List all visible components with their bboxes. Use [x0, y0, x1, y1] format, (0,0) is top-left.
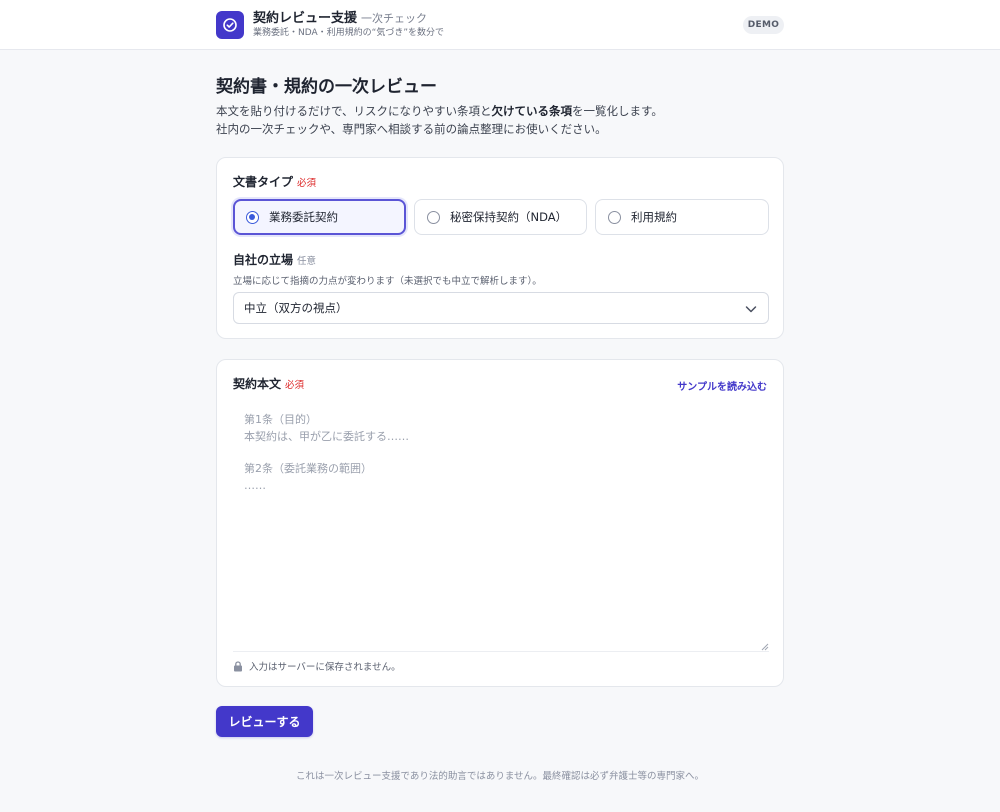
- privacy-note-text: 入力はサーバーに保存されません。: [249, 662, 401, 673]
- optional-badge: 任意: [297, 256, 317, 267]
- radio-unselected-icon: [427, 210, 440, 224]
- contract-body-textarea[interactable]: 第1条（目的） 本契約は、甲が乙に委託する…… 第2条（委託業務の範囲） ……: [233, 404, 769, 652]
- intro-line-1-bold: 欠けている条項: [491, 104, 573, 118]
- position-label-text: 自社の立場: [233, 253, 294, 267]
- doc-type-option-nda[interactable]: 秘密保持契約（NDA）: [414, 199, 587, 235]
- settings-card: 文書タイプ 必須 業務委託契約 秘密保持契約（NDA） 利用規約 自社の立場 任意 …: [216, 157, 784, 339]
- doc-type-label-text: 文書タイプ: [233, 175, 294, 189]
- placeholder-line: ……: [244, 479, 266, 492]
- placeholder-line: 第2条（委託業務の範囲）: [244, 462, 372, 475]
- doc-type-option-label: 利用規約: [631, 210, 677, 224]
- app-tagline: 業務委託・NDA・利用規約の“気づき”を数分で: [253, 28, 444, 38]
- position-select-value: 中立（双方の視点）: [244, 301, 348, 315]
- lock-icon: [234, 660, 242, 671]
- contract-body-label-text: 契約本文: [233, 377, 282, 391]
- required-badge: 必須: [285, 380, 305, 391]
- app-title-text: 契約レビュー支援: [253, 11, 358, 26]
- page-title: 契約書・規約の一次レビュー: [216, 77, 437, 97]
- position-select[interactable]: 中立（双方の視点）: [233, 292, 769, 324]
- check-circle-icon: [216, 11, 244, 39]
- app-subtitle: 一次チェック: [361, 12, 428, 25]
- placeholder-line: 第1条（目的）: [244, 413, 317, 426]
- contract-card: 契約本文 必須 サンプルを読み込む 第1条（目的） 本契約は、甲が乙に委託する………: [216, 359, 784, 687]
- doc-type-option-terms[interactable]: 利用規約: [595, 199, 769, 235]
- chevron-down-icon: [745, 306, 757, 313]
- placeholder-line: 本契約は、甲が乙に委託する……: [244, 430, 409, 443]
- app-title: 契約レビュー支援 一次チェック: [253, 11, 427, 27]
- required-badge: 必須: [297, 178, 317, 189]
- review-button[interactable]: レビューする: [216, 706, 313, 737]
- privacy-note: 入力はサーバーに保存されません。: [233, 659, 401, 673]
- contract-body-label: 契約本文 必須: [233, 377, 304, 393]
- radio-unselected-icon: [608, 210, 621, 224]
- doc-type-option-outsourcing[interactable]: 業務委託契約: [233, 199, 406, 235]
- disclaimer-footer: これは一次レビュー支援であり法的助言ではありません。最終確認は必ず弁護士等の専門…: [295, 771, 705, 782]
- resize-handle-icon[interactable]: [761, 643, 769, 651]
- intro-line-1-part2: を一覧化します。: [572, 104, 663, 118]
- intro-line-1: 本文を貼り付けるだけで、リスクになりやすい条項と欠けている条項を一覧化します。: [216, 103, 663, 119]
- position-label: 自社の立場 任意: [233, 253, 316, 269]
- app-header: 契約レビュー支援 一次チェック 業務委託・NDA・利用規約の“気づき”を数分で D…: [0, 0, 1000, 50]
- intro-line-1-part1: 本文を貼り付けるだけで、リスクになりやすい条項と: [216, 104, 492, 118]
- demo-badge: DEMO: [743, 16, 784, 34]
- radio-selected-icon: [246, 210, 259, 224]
- doc-type-label: 文書タイプ 必須: [233, 175, 316, 191]
- doc-type-option-label: 秘密保持契約（NDA）: [450, 210, 568, 224]
- doc-type-option-label: 業務委託契約: [269, 210, 338, 224]
- load-sample-link[interactable]: サンプルを読み込む: [677, 378, 767, 393]
- intro-line-2: 社内の一次チェックや、専門家へ相談する前の論点整理にお使いください。: [216, 122, 607, 136]
- position-hint: 立場に応じて指摘の力点が変わります（未選択でも中立で解析します）。: [233, 276, 542, 287]
